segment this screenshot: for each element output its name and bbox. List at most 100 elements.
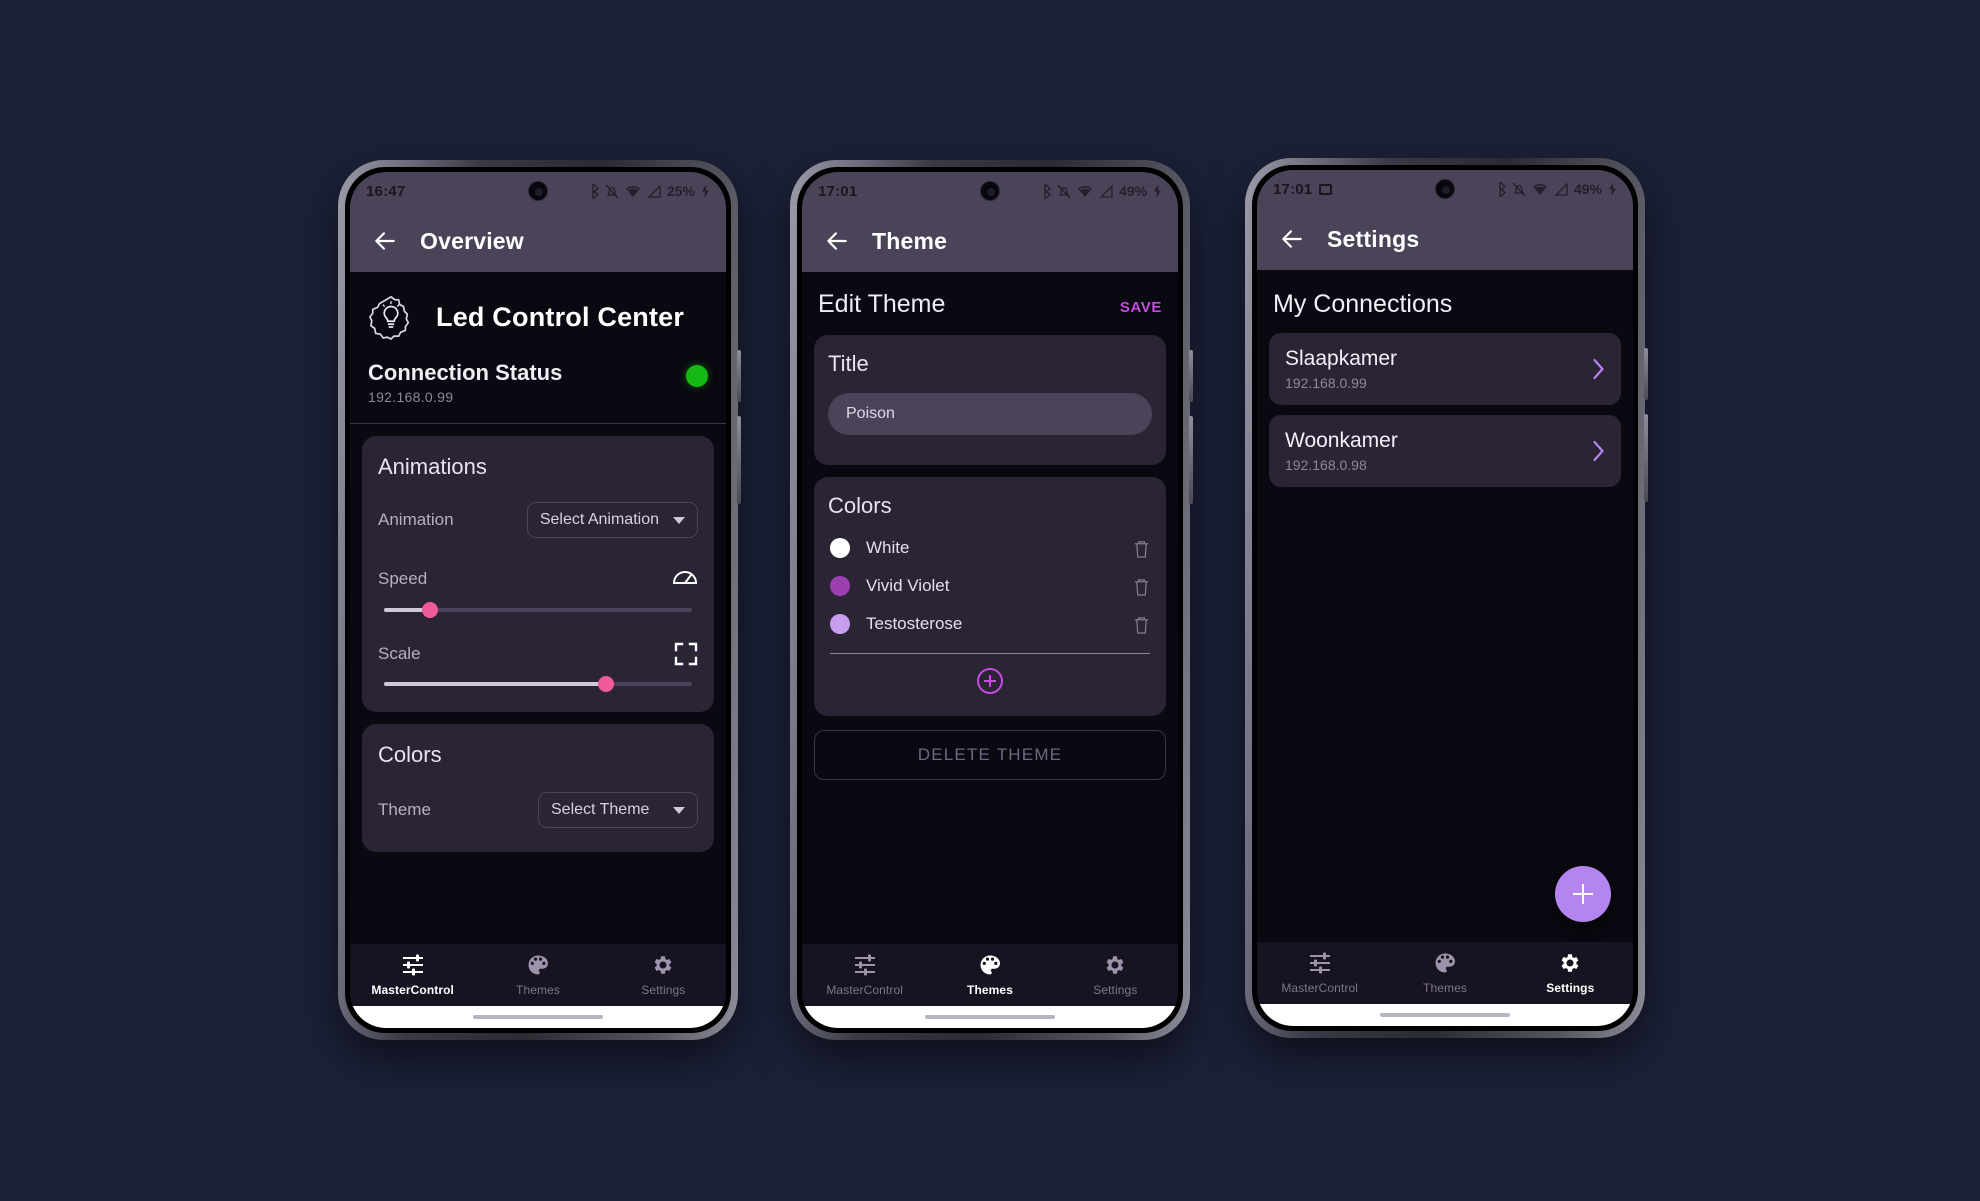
power-button[interactable]: [1644, 348, 1648, 400]
phone-bezel: 17:01 49% Theme Edit Theme SAVE Title Po…: [797, 167, 1183, 1033]
app-bar: Overview: [350, 210, 726, 272]
theme-select[interactable]: Select Theme: [538, 792, 698, 828]
status-icons: 49%: [1495, 181, 1617, 197]
gear-bulb-logo-icon: [369, 296, 410, 340]
trash-icon[interactable]: [1133, 539, 1150, 558]
wifi-icon: [625, 185, 640, 197]
back-arrow-icon[interactable]: [824, 228, 850, 254]
my-connections-title: My Connections: [1273, 290, 1453, 318]
status-time: 16:47: [366, 182, 406, 200]
color-swatch: [830, 576, 850, 596]
delete-theme-button[interactable]: DELETE THEME: [814, 730, 1166, 780]
wifi-icon: [1532, 183, 1547, 195]
nav-label-themes: Themes: [516, 983, 560, 997]
bell-off-icon: [605, 184, 619, 198]
theme-title-input[interactable]: Poison: [828, 393, 1152, 435]
color-name: White: [866, 538, 910, 557]
speed-label: Speed: [378, 569, 428, 588]
signal-icon: [1554, 182, 1568, 196]
nav-item-mastercontrol[interactable]: MasterControl: [350, 944, 475, 1006]
connection-status-block: Connection Status 192.168.0.99: [350, 346, 726, 423]
animation-select[interactable]: Select Animation: [526, 502, 698, 538]
screen-overview: 16:47 25% Overview Led Control Center Co…: [350, 172, 726, 1028]
phone-bezel: 16:47 25% Overview Led Control Center Co…: [345, 167, 731, 1033]
sliders-icon: [854, 954, 875, 976]
animations-card: Animations Animation Select Animation Sp…: [362, 436, 714, 712]
chevron-down-icon: [673, 806, 685, 814]
connection-name: Woonkamer: [1285, 429, 1398, 452]
color-list-item[interactable]: White: [828, 529, 1152, 567]
front-camera-punch-hole: [1435, 179, 1455, 199]
back-arrow-icon[interactable]: [1279, 226, 1305, 252]
theme-select-value: Select Theme: [551, 801, 650, 818]
nav-label-settings: Settings: [1546, 981, 1595, 995]
trash-icon[interactable]: [1133, 577, 1150, 596]
nav-label-themes: Themes: [1423, 981, 1467, 995]
app-bar: Settings: [1257, 208, 1633, 270]
phone-theme: 17:01 49% Theme Edit Theme SAVE Title Po…: [790, 160, 1193, 1040]
content-settings: My Connections Slaapkamer 192.168.0.99 W…: [1257, 270, 1633, 942]
bottom-nav: MasterControl Themes Settings: [350, 944, 726, 1006]
bell-off-icon: [1512, 182, 1526, 196]
gesture-bar: [802, 1006, 1178, 1028]
nav-item-settings[interactable]: Settings: [1053, 944, 1178, 1006]
add-circle-icon[interactable]: [977, 668, 1003, 694]
volume-button[interactable]: [737, 416, 741, 504]
phone-bezel: 17:01 49% Settings My Connections Slaapk…: [1252, 165, 1638, 1031]
nav-item-settings[interactable]: Settings: [1508, 942, 1633, 1004]
color-list-item[interactable]: Testosterose: [828, 605, 1152, 643]
color-swatch: [830, 538, 850, 558]
fullscreen-icon[interactable]: [674, 642, 698, 666]
power-button[interactable]: [1189, 350, 1193, 402]
content-theme: Edit Theme SAVE Title Poison Colors Whit…: [802, 272, 1178, 944]
screenshot-canvas: 16:47 25% Overview Led Control Center Co…: [0, 0, 1980, 1201]
animations-card-title: Animations: [378, 454, 487, 479]
screen-settings: 17:01 49% Settings My Connections Slaapk…: [1257, 170, 1633, 1026]
add-connection-fab[interactable]: [1555, 866, 1611, 922]
nav-label-settings: Settings: [1093, 983, 1138, 997]
nav-item-themes[interactable]: Themes: [1382, 942, 1507, 1004]
trash-icon[interactable]: [1133, 615, 1150, 634]
connection-list-item[interactable]: Woonkamer 192.168.0.98: [1269, 415, 1621, 487]
nav-item-mastercontrol[interactable]: MasterControl: [1257, 942, 1382, 1004]
color-swatch: [830, 614, 850, 634]
bluetooth-icon: [592, 183, 599, 199]
scale-label: Scale: [378, 644, 421, 663]
palette-icon: [980, 955, 1000, 975]
volume-button[interactable]: [1189, 416, 1193, 504]
colors-card: Colors Theme Select Theme: [362, 724, 714, 852]
gear-icon: [1106, 956, 1124, 974]
charging-bolt-icon: [1609, 182, 1616, 196]
nav-item-mastercontrol[interactable]: MasterControl: [802, 944, 927, 1006]
animation-label: Animation: [378, 510, 454, 529]
connection-list-item[interactable]: Slaapkamer 192.168.0.99: [1269, 333, 1621, 405]
connection-name: Slaapkamer: [1285, 347, 1398, 370]
connection-ip: 192.168.0.98: [1285, 457, 1367, 473]
color-name: Testosterose: [866, 614, 963, 633]
bottom-nav: MasterControl Themes Settings: [802, 944, 1178, 1006]
nav-item-themes[interactable]: Themes: [927, 944, 1052, 1006]
message-icon: [1319, 183, 1333, 195]
save-button[interactable]: SAVE: [1120, 299, 1162, 316]
power-button[interactable]: [737, 350, 741, 402]
status-icons: 25%: [588, 183, 710, 199]
edit-theme-title: Edit Theme: [818, 290, 946, 318]
volume-button[interactable]: [1644, 414, 1648, 502]
charging-bolt-icon: [1154, 184, 1161, 198]
scale-slider[interactable]: [384, 676, 692, 692]
edit-theme-header: Edit Theme SAVE: [802, 272, 1178, 335]
nav-label-mastercontrol: MasterControl: [826, 983, 903, 997]
speed-slider[interactable]: [384, 602, 692, 618]
nav-item-themes[interactable]: Themes: [475, 944, 600, 1006]
signal-icon: [647, 184, 661, 198]
front-camera-punch-hole: [528, 181, 548, 201]
bluetooth-icon: [1044, 183, 1051, 199]
app-bar: Theme: [802, 210, 1178, 272]
speedometer-icon[interactable]: [672, 566, 698, 592]
back-arrow-icon[interactable]: [372, 228, 398, 254]
gear-icon: [1561, 954, 1579, 972]
nav-item-settings[interactable]: Settings: [601, 944, 726, 1006]
divider: [350, 423, 726, 424]
phone-overview: 16:47 25% Overview Led Control Center Co…: [338, 160, 741, 1040]
color-list-item[interactable]: Vivid Violet: [828, 567, 1152, 605]
